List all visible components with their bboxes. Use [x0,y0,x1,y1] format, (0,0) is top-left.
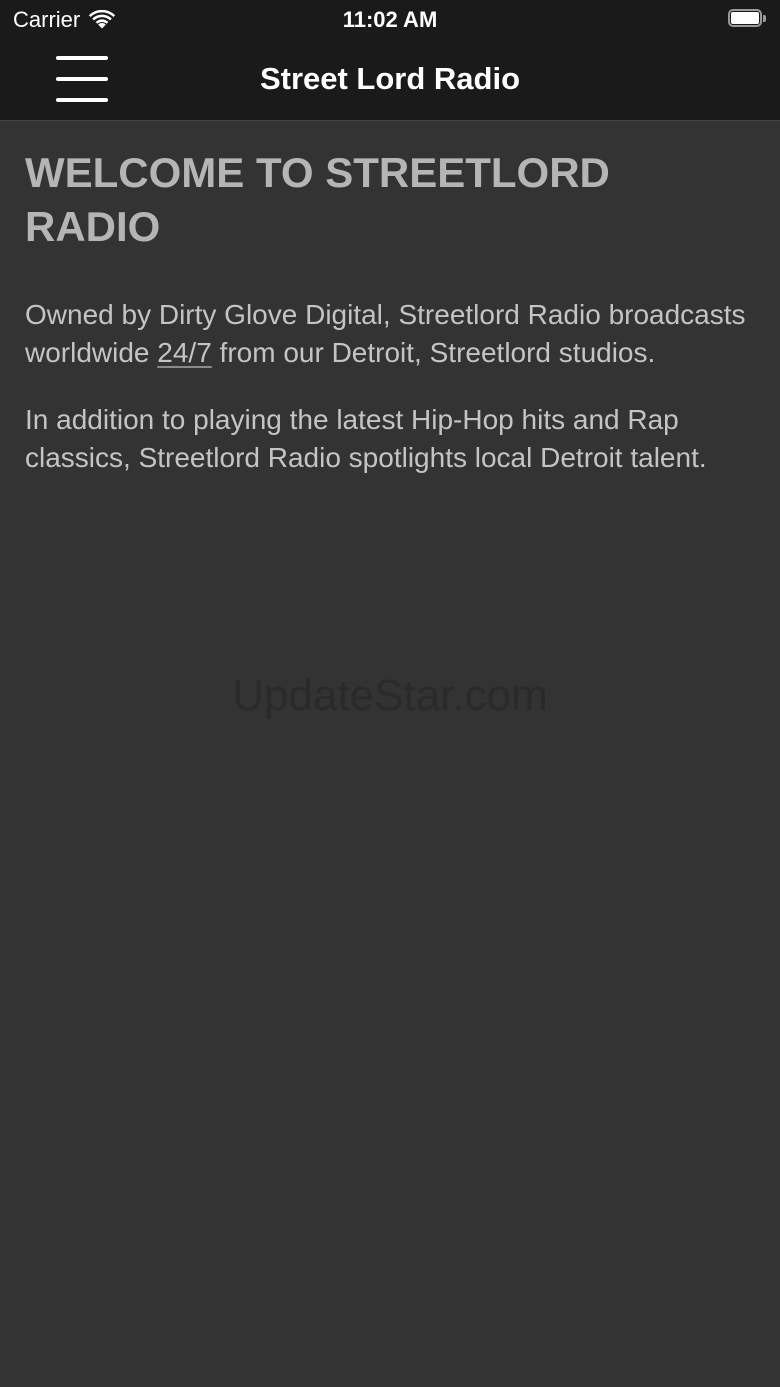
menu-icon-bar [56,98,108,102]
page-heading: WELCOME TO STREETLORD RADIO [25,149,610,250]
watermark: UpdateStar.com [232,671,548,720]
status-time: 11:02 AM [342,7,438,32]
schedule-link[interactable]: 24/7 [157,337,212,368]
navigation-bar: Street Lord Radio [0,40,780,121]
nav-title: Street Lord Radio [259,61,521,96]
main-content: WELCOME TO STREETLORD RADIO Owned by Dir… [25,146,755,476]
app-screen: Carrier 11:02 AM Street Lord Radio WELCO… [0,0,780,1387]
description-paragraph: In addition to playing the latest Hip-Ho… [25,404,707,473]
intro-paragraph: Owned by Dirty Glove Digital, Streetlord… [25,296,755,371]
status-bar: Carrier 11:02 AM [0,0,780,40]
battery-icon [728,9,768,29]
intro-text-end: from our Detroit, Streetlord studios. [211,336,656,368]
